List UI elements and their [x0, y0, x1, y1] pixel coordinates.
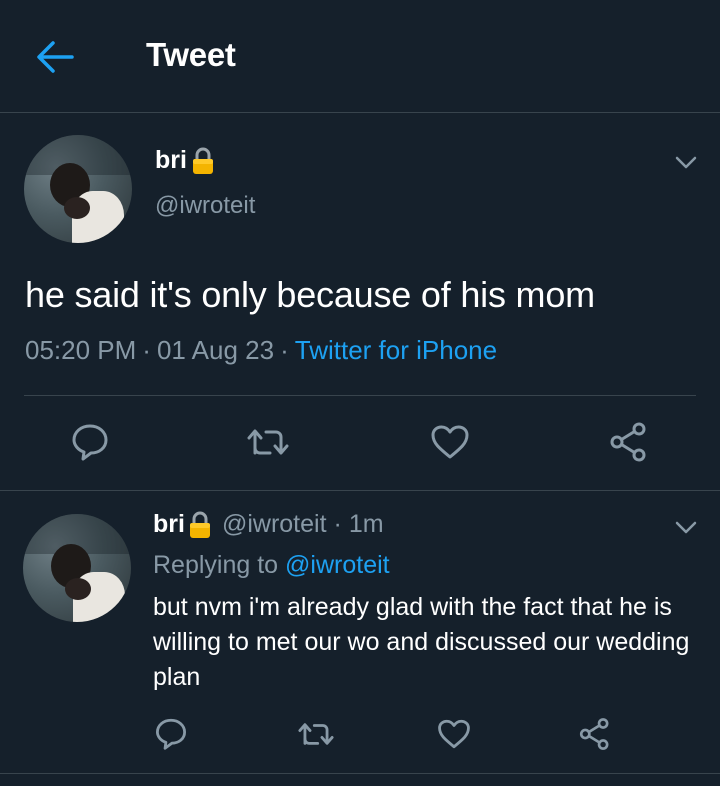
retweet-icon — [247, 429, 289, 455]
tweet-menu-button[interactable] — [670, 150, 702, 176]
header-divider — [0, 112, 720, 113]
avatar[interactable] — [24, 135, 132, 243]
share-icon — [579, 718, 609, 750]
retweet-button[interactable] — [296, 714, 336, 754]
share-button[interactable] — [607, 420, 651, 464]
reply-author-name[interactable]: bri — [153, 510, 185, 539]
bottom-divider — [0, 773, 720, 774]
section-divider — [0, 490, 720, 491]
lock-icon — [191, 147, 215, 175]
meta-divider — [24, 395, 696, 396]
lock-icon — [188, 511, 212, 539]
reply-button[interactable] — [68, 419, 112, 463]
reply-menu-button[interactable] — [670, 515, 702, 541]
avatar[interactable] — [23, 514, 131, 622]
back-button[interactable] — [34, 38, 76, 76]
reply-icon — [72, 424, 108, 461]
reply-text: but nvm i'm already glad with the fact t… — [153, 593, 690, 691]
like-button[interactable] — [428, 420, 472, 464]
tweet-text: he said it's only because of his mom — [25, 274, 595, 315]
replying-to-label: Replying to — [153, 551, 279, 579]
retweet-icon — [298, 723, 334, 745]
tweet-meta: 05:20 PM · 01 Aug 23 · Twitter for iPhone — [25, 335, 497, 366]
reply-time: 1m — [348, 510, 384, 538]
like-icon — [431, 425, 469, 459]
author-name[interactable]: bri — [155, 146, 215, 175]
author-display-name: bri — [155, 146, 187, 174]
reply-button[interactable] — [151, 713, 191, 753]
reply-separator: · — [333, 510, 342, 538]
chevron-down-icon — [675, 521, 697, 534]
arrow-left-icon — [37, 41, 74, 73]
page-title: Tweet — [146, 36, 236, 73]
author-handle[interactable]: @iwroteit — [155, 192, 255, 220]
replying-to: Replying to @iwroteit — [153, 551, 390, 580]
reply-header: bri @iwroteit · 1m — [153, 510, 384, 539]
reply-author-handle[interactable]: @iwroteit — [222, 510, 327, 539]
like-icon — [438, 719, 470, 749]
meta-separator: · — [142, 335, 151, 365]
meta-separator: · — [280, 335, 289, 365]
reply-icon — [155, 718, 187, 750]
like-button[interactable] — [434, 714, 474, 754]
retweet-button[interactable] — [246, 420, 290, 464]
replying-to-handle[interactable]: @iwroteit — [285, 551, 390, 579]
tweet-time: 05:20 PM — [25, 335, 137, 365]
share-button[interactable] — [575, 714, 615, 754]
chevron-down-icon — [675, 156, 697, 169]
tweet-source-link[interactable]: Twitter for iPhone — [295, 335, 497, 365]
share-icon — [610, 422, 646, 462]
tweet-date: 01 Aug 23 — [156, 335, 275, 365]
